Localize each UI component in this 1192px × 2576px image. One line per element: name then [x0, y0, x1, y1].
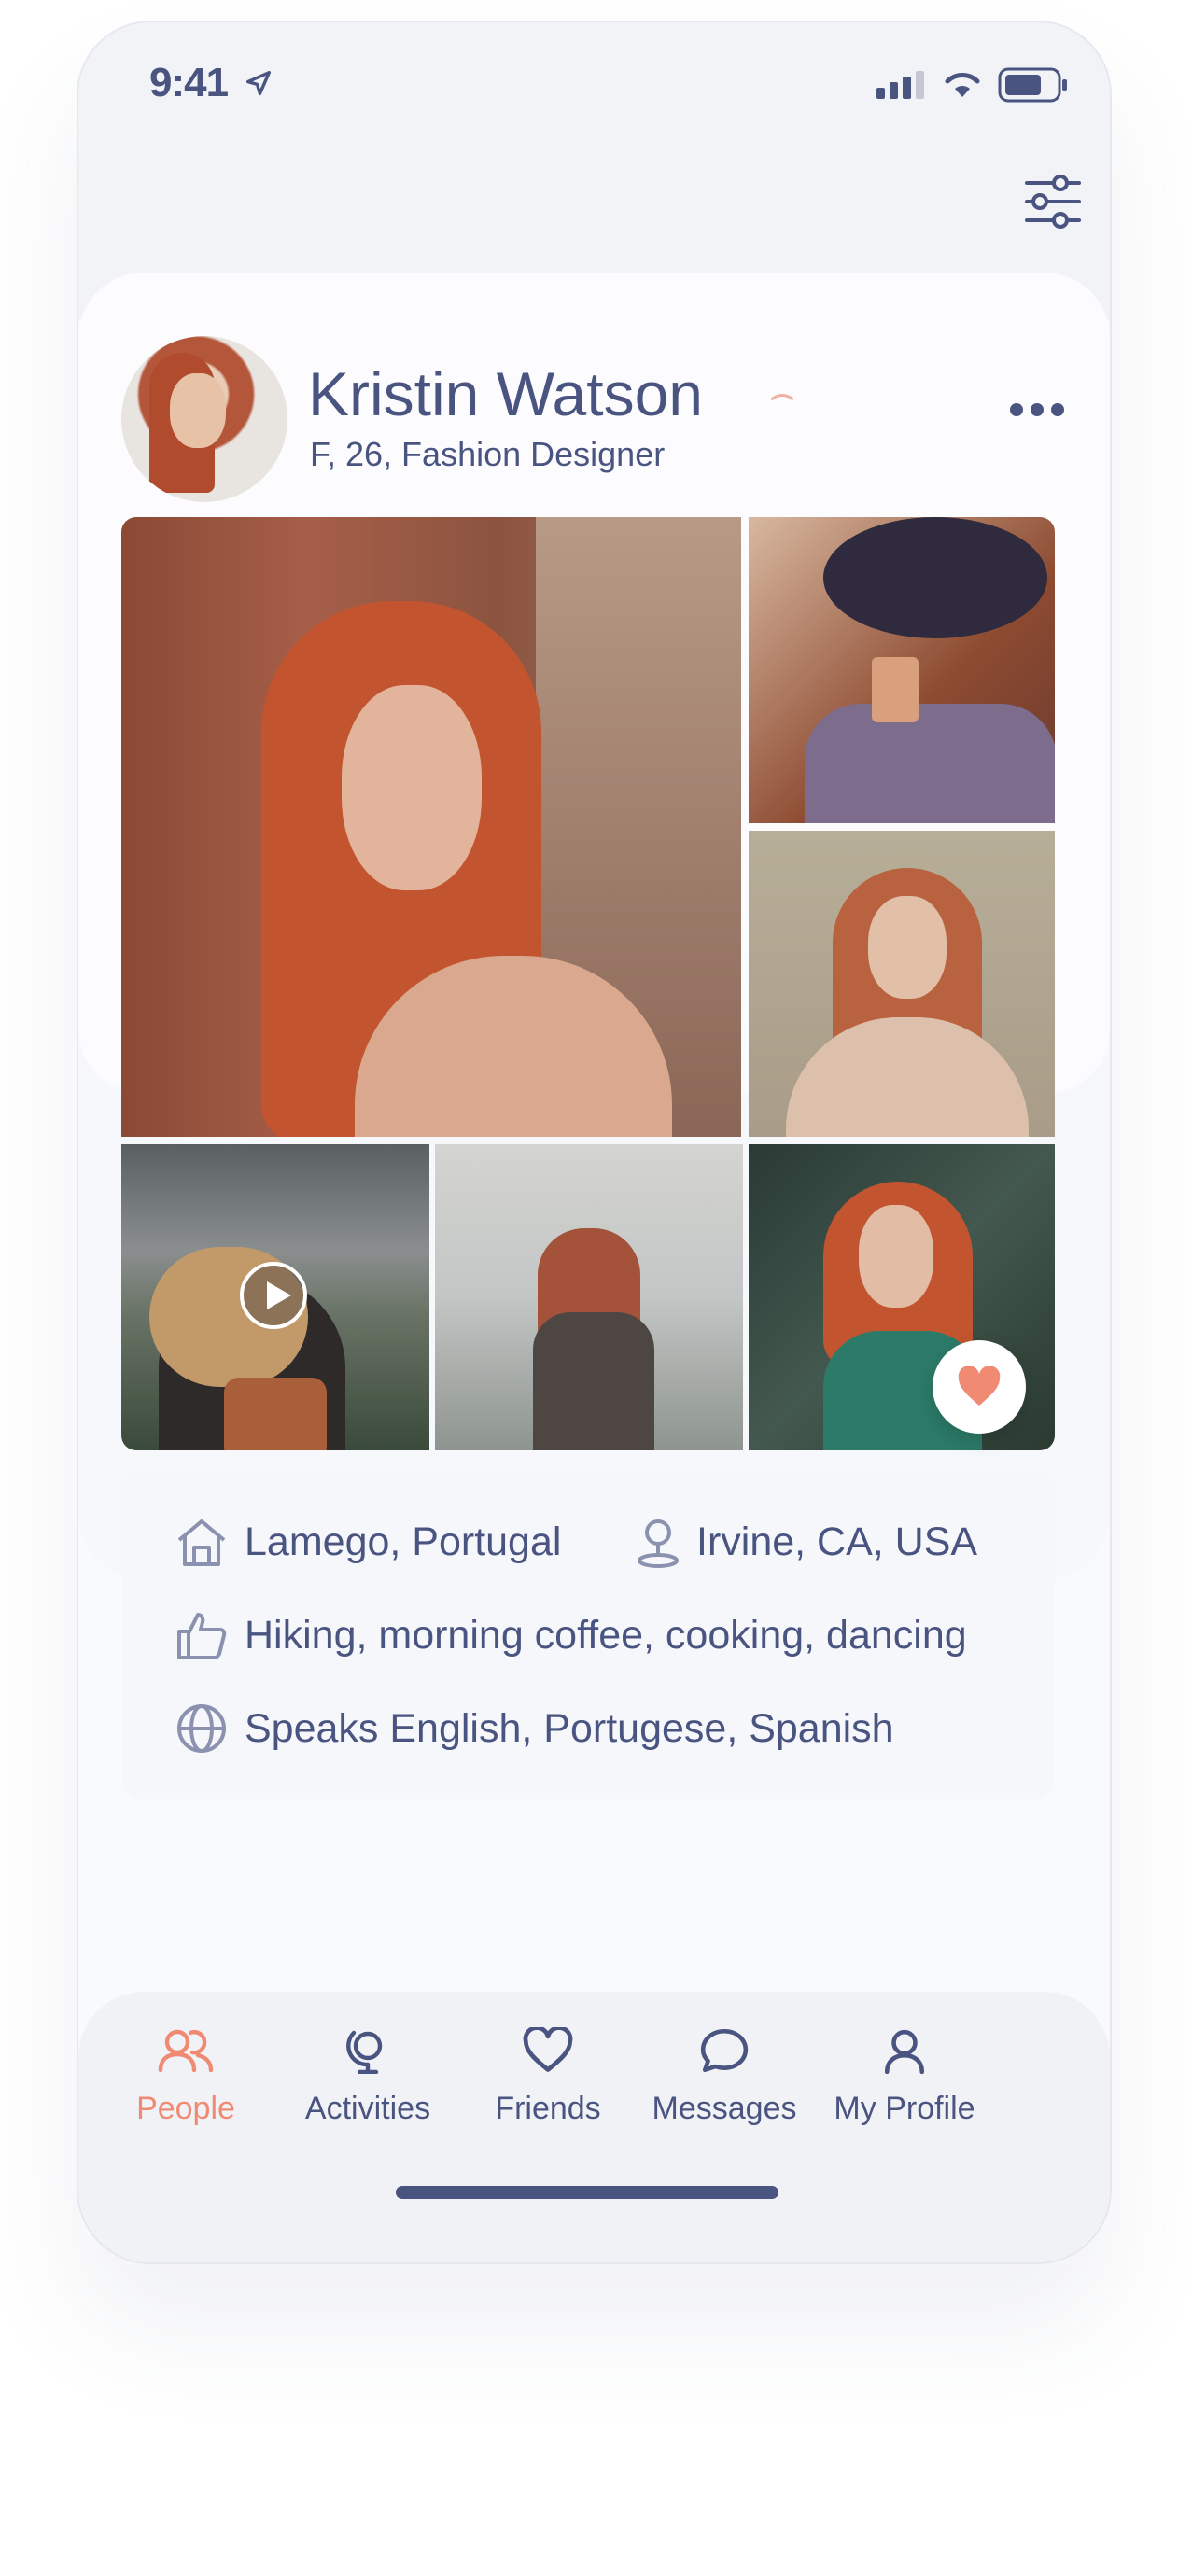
filter-settings-icon[interactable]: [1021, 170, 1085, 233]
globe-icon: [177, 1704, 226, 1753]
user-icon: [884, 2029, 925, 2074]
loading-indicator: [765, 394, 799, 427]
gallery-photo-3[interactable]: [749, 831, 1055, 1137]
hometown-row: Lamego, Portugal: [174, 1516, 561, 1568]
interests-text: Hiking, morning coffee, cooking, dancing: [245, 1612, 967, 1658]
tab-messages[interactable]: Messages: [636, 2027, 813, 2127]
wifi-icon: [945, 73, 980, 97]
location-pin-icon: [638, 1519, 679, 1568]
cellular-signal-icon: [876, 71, 924, 99]
tab-people[interactable]: People: [97, 2027, 274, 2127]
people-icon: [158, 2029, 214, 2073]
tab-my-profile[interactable]: My Profile: [816, 2027, 993, 2127]
home-indicator: [396, 2186, 778, 2199]
more-dot-icon: [1010, 403, 1023, 416]
location-row: Irvine, CA, USA: [635, 1516, 977, 1568]
tab-activities-label: Activities: [304, 2091, 431, 2126]
activities-icon: [346, 2030, 383, 2074]
interests-row: Hiking, morning coffee, cooking, dancing: [174, 1609, 967, 1661]
gallery-photo-2[interactable]: [749, 517, 1055, 823]
more-dot-icon: [1031, 403, 1044, 416]
phone-frame: 9:41 Kristin Watson F, 26, Fashion Desig…: [77, 21, 1112, 2264]
tab-activities[interactable]: Activities: [279, 2027, 456, 2127]
more-dot-icon: [1051, 403, 1064, 416]
tab-friends[interactable]: Friends: [459, 2027, 637, 2127]
more-options-button[interactable]: [1010, 403, 1075, 431]
status-bar: 9:41: [78, 22, 1110, 144]
play-icon[interactable]: [240, 1262, 307, 1329]
thumbs-up-icon: [177, 1613, 227, 1659]
chat-bubble-icon: [700, 2028, 749, 2073]
tab-people-label: People: [136, 2091, 235, 2126]
avatar[interactable]: [121, 336, 287, 502]
gallery-photo-5[interactable]: [435, 1144, 743, 1450]
hometown-text: Lamego, Portugal: [245, 1519, 562, 1564]
tab-messages-label: Messages: [652, 2091, 797, 2126]
location-arrow-icon: [245, 70, 272, 96]
profile-info-panel: Lamego, Portugal Irvine, CA, USA Hiking,…: [121, 1467, 1055, 1799]
heart-icon: [523, 2027, 573, 2072]
tab-friends-label: Friends: [495, 2091, 601, 2126]
heart-icon: [958, 1366, 1001, 1406]
location-text: Irvine, CA, USA: [696, 1519, 978, 1564]
languages-row: Speaks English, Portugese, Spanish: [174, 1702, 894, 1755]
home-icon: [177, 1519, 226, 1566]
status-time: 9:41: [149, 60, 229, 105]
languages-text: Speaks English, Portugese, Spanish: [245, 1705, 894, 1751]
like-button[interactable]: [933, 1340, 1026, 1434]
tab-my-profile-label: My Profile: [834, 2091, 975, 2126]
battery-icon: [998, 67, 1067, 103]
profile-name: Kristin Watson: [308, 359, 704, 428]
gallery-photo-main[interactable]: [121, 517, 741, 1137]
gallery-video-4[interactable]: [121, 1144, 429, 1450]
profile-subtitle: F, 26, Fashion Designer: [310, 435, 666, 473]
